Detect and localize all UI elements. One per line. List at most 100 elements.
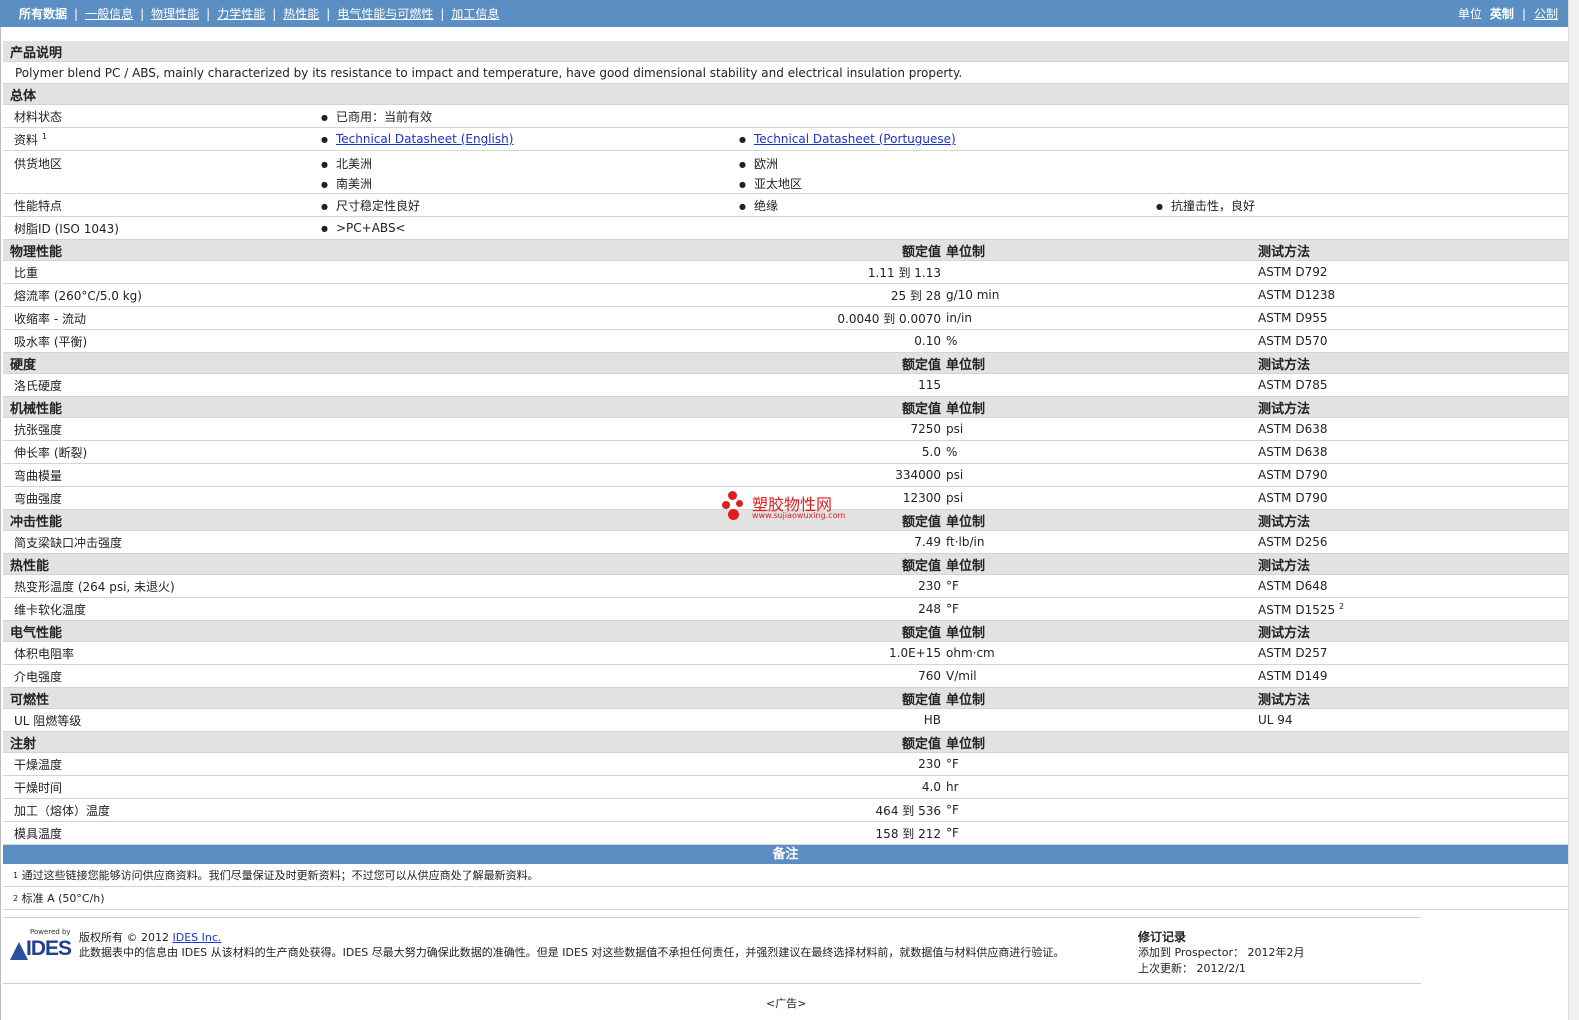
property-value: 334000 <box>895 468 941 482</box>
watermark-logo: 塑胶物性网 www.sujiaowuxing.com <box>722 489 862 525</box>
property-row: 熔流率 (260°C/5.0 kg) 25 到 28 g/10 min ASTM D1… <box>3 284 1568 307</box>
section-header-mechanical: 机械性能 额定值 单位制 测试方法 <box>3 397 1568 418</box>
header-value: 额定值 <box>901 625 941 641</box>
property-name: 模具温度 <box>14 826 63 841</box>
property-row: UL 阻燃等级 HB UL 94 <box>3 709 1568 732</box>
product-description: Polymer blend PC / ABS, mainly character… <box>15 65 963 80</box>
property-value: 25 到 28 <box>890 288 941 303</box>
tab-general-info[interactable]: 一般信息 <box>78 5 140 22</box>
property-value: 230 <box>918 579 941 593</box>
tab-thermal[interactable]: 热性能 <box>276 5 326 22</box>
watermark-dot <box>728 509 739 520</box>
units-metric[interactable]: 公制 <box>1530 5 1562 22</box>
property-name: 收缩率 - 流动 <box>14 311 86 326</box>
section-title: 可燃性 <box>10 692 50 708</box>
test-method-text: ASTM D785 <box>1258 378 1328 392</box>
property-name: 维卡软化温度 <box>14 602 87 617</box>
datasheet-table: 产品说明 Polymer blend PC / ABS, mainly char… <box>3 41 1568 910</box>
property-row: 干燥温度 230 °F <box>3 753 1568 776</box>
row-supply-regions: 供货地区 北美洲 欧洲 南美洲 亚太地区 <box>3 151 1568 194</box>
header-test-method: 测试方法 <box>1258 625 1311 641</box>
scrollbar[interactable] <box>1568 0 1579 1020</box>
copyright: 版权所有 © 2012 IDES Inc. <box>79 929 221 945</box>
property-row: 收缩率 - 流动 0.0040 到 0.0070 in/in ASTM D955 <box>3 307 1568 330</box>
property-name: 体积电阻率 <box>14 646 75 661</box>
section-title: 物理性能 <box>10 244 63 260</box>
property-row: 介电强度 760 V/mil ASTM D149 <box>3 665 1568 688</box>
resin-value: >PC+ABS< <box>321 221 406 235</box>
property-value: 158 到 212 <box>875 826 941 841</box>
footnote-marker: 1 <box>41 131 47 141</box>
property-test-method: ASTM D638 <box>1258 422 1327 436</box>
property-name: 干燥时间 <box>14 780 63 795</box>
row-label: 树脂ID (ISO 1043) <box>14 221 119 236</box>
property-unit: hr <box>946 780 959 794</box>
header-unit: 单位制 <box>946 244 986 260</box>
property-value: 0.10 <box>914 334 941 348</box>
doc-link-portuguese[interactable]: Technical Datasheet (Portuguese) <box>754 132 956 146</box>
property-value: 0.0040 到 0.0070 <box>837 311 941 326</box>
property-value: 115 <box>918 378 941 392</box>
watermark-dot <box>722 501 730 509</box>
property-name: 抗张强度 <box>14 422 63 437</box>
property-test-method: ASTM D955 <box>1258 311 1327 325</box>
property-test-method: UL 94 <box>1258 713 1293 727</box>
section-header-injection: 注射 额定值 单位制 <box>3 732 1568 753</box>
header-value: 额定值 <box>901 514 941 530</box>
property-test-method: ASTM D785 <box>1258 378 1327 392</box>
test-method-text: ASTM D638 <box>1258 422 1328 436</box>
region-item: 欧洲 <box>739 155 778 172</box>
property-value: HB <box>923 713 941 727</box>
copyright-link[interactable]: IDES Inc. <box>173 931 222 944</box>
tab-mechanical[interactable]: 力学性能 <box>210 5 272 22</box>
units-english[interactable]: 英制 <box>1486 5 1518 22</box>
tab-processing[interactable]: 加工信息 <box>444 5 506 22</box>
header-test-method: 测试方法 <box>1258 558 1311 574</box>
property-name: 洛氏硬度 <box>14 378 63 393</box>
row-resin-id: 树脂ID (ISO 1043) >PC+ABS< <box>3 217 1568 240</box>
section-header-hardness: 硬度 额定值 单位制 测试方法 <box>3 353 1568 374</box>
ides-logo: Powered by IDES <box>8 928 72 964</box>
property-test-method: ASTM D790 <box>1258 491 1327 505</box>
property-unit: % <box>946 334 958 348</box>
header-value: 额定值 <box>901 558 941 574</box>
revision-title: 修订记录 <box>1138 930 1187 944</box>
region-item: 亚太地区 <box>739 175 802 192</box>
property-row: 比重 1.11 到 1.13 ASTM D792 <box>3 261 1568 284</box>
tab-electrical-flammability[interactable]: 电气性能与可燃性 <box>330 5 440 22</box>
property-name: 弯曲强度 <box>14 491 63 506</box>
property-unit: in/in <box>946 311 972 325</box>
header-unit: 单位制 <box>946 692 986 708</box>
header-value: 额定值 <box>901 692 941 708</box>
logo-powered-by: Powered by <box>30 928 71 936</box>
property-unit: psi <box>946 422 964 436</box>
property-name: 吸水率 (平衡) <box>14 334 88 349</box>
property-name: UL 阻燃等级 <box>14 713 82 728</box>
property-test-method: ASTM D1238 <box>1258 288 1335 302</box>
property-test-method: ASTM D1525 2 <box>1258 602 1344 617</box>
test-method-text: ASTM D955 <box>1258 311 1328 325</box>
docs-label: 资料 <box>14 132 39 147</box>
section-header-flammability: 可燃性 额定值 单位制 测试方法 <box>3 688 1568 709</box>
property-value: 7250 <box>910 422 941 436</box>
units-label: 单位 <box>1457 7 1482 21</box>
property-value: 7.49 <box>914 535 941 549</box>
property-row: 洛氏硬度 115 ASTM D785 <box>3 374 1568 397</box>
property-row: 热变形温度 (264 psi, 未退火) 230 °F ASTM D648 <box>3 575 1568 598</box>
test-method-text: ASTM D257 <box>1258 646 1328 660</box>
doc-link-english[interactable]: Technical Datasheet (English) <box>336 132 513 146</box>
property-name: 弯曲模量 <box>14 468 63 483</box>
nav-tabs: 所有数据 | 一般信息 | 物理性能 | 力学性能 | 热性能 | 电气性能与可… <box>0 5 506 22</box>
tab-physical[interactable]: 物理性能 <box>144 5 206 22</box>
property-value: 1.0E+15 <box>889 646 941 660</box>
tab-all-data[interactable]: 所有数据 <box>12 5 74 22</box>
row-documents: 资料 1 Technical Datasheet (English) Techn… <box>3 128 1568 151</box>
test-method-text: ASTM D790 <box>1258 468 1328 482</box>
test-method-text: UL 94 <box>1258 713 1293 727</box>
property-name: 介电强度 <box>14 669 63 684</box>
property-row: 抗张强度 7250 psi ASTM D638 <box>3 418 1568 441</box>
section-header-physical: 物理性能 额定值 单位制 测试方法 <box>3 240 1568 261</box>
section-header-electrical: 电气性能 额定值 单位制 测试方法 <box>3 621 1568 642</box>
row-label: 供货地区 <box>14 157 63 171</box>
property-test-method: ASTM D792 <box>1258 265 1327 279</box>
